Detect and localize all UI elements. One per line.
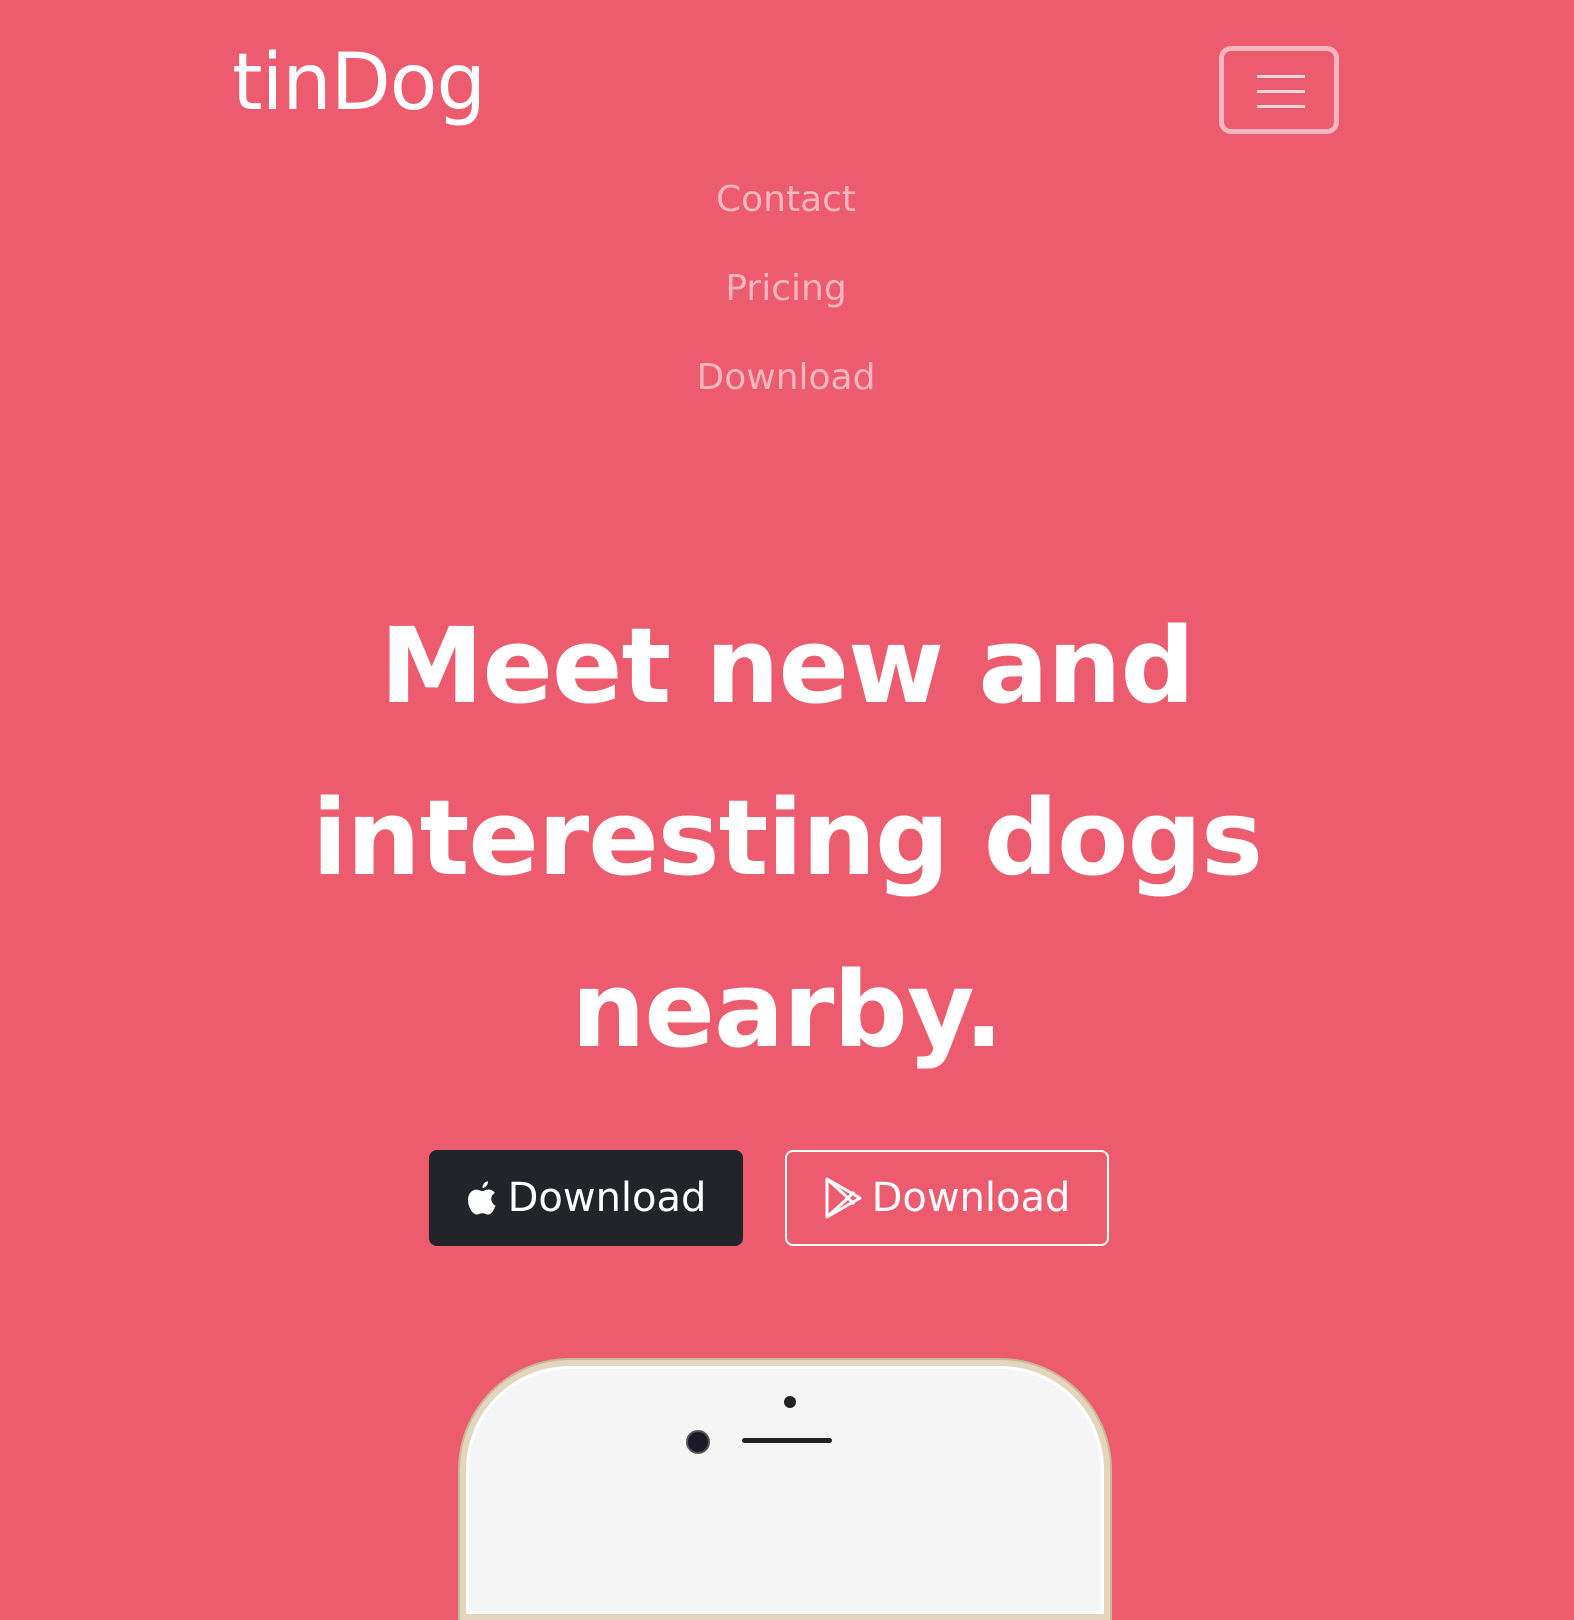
phone-front-camera [688, 1432, 708, 1452]
phone-speaker [742, 1438, 832, 1443]
apple-icon [466, 1179, 498, 1217]
google-play-download-button[interactable]: Download [785, 1150, 1109, 1246]
nav-link-contact[interactable]: Contact [0, 155, 1574, 244]
apple-download-button[interactable]: Download [429, 1150, 743, 1246]
hamburger-icon-bar-middle [1257, 90, 1305, 93]
nav-menu: Contact Pricing Download [0, 178, 1574, 422]
brand-logo[interactable]: tinDog [232, 44, 486, 122]
navbar-toggler-button[interactable] [1219, 46, 1339, 134]
hero-title-line-3: nearby. [571, 949, 1003, 1071]
phone-sensor-dot [784, 1396, 796, 1408]
hero-title: Meet new and interesting dogs nearby. [0, 580, 1574, 1096]
google-play-icon [824, 1177, 862, 1219]
iphone-mockup-image [460, 1360, 1110, 1620]
hero-title-line-1: Meet new and [379, 605, 1195, 727]
hamburger-icon-bar-top [1257, 75, 1305, 78]
hamburger-icon-bar-bottom [1257, 105, 1305, 108]
google-play-download-label: Download [871, 1175, 1071, 1221]
apple-download-label: Download [507, 1175, 707, 1221]
nav-link-download[interactable]: Download [0, 333, 1574, 422]
hero-title-line-2: interesting dogs [312, 777, 1263, 899]
nav-link-pricing[interactable]: Pricing [0, 244, 1574, 333]
